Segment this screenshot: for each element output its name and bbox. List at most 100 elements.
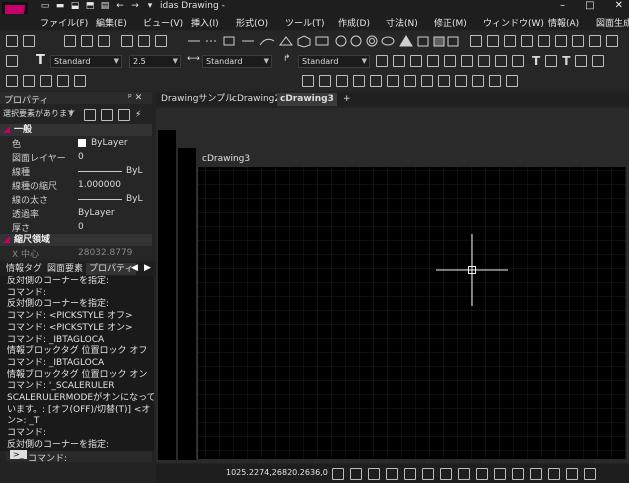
property-row[interactable]: 線種の縮尺 1.000000 [0,178,152,192]
text-height-select[interactable]: 2.5 ▼ [129,55,181,68]
command-input[interactable]: >_ コマンド: [6,450,152,464]
tool-icon[interactable] [427,55,439,67]
tool-icon[interactable] [410,55,422,67]
panel-close-button[interactable]: ᵖ ✕ [128,93,142,103]
tool-icon[interactable] [470,35,482,47]
tool-icon[interactable] [138,35,150,47]
tool-icon[interactable] [538,35,550,47]
snap-icon[interactable] [332,468,344,480]
selection-select[interactable]: 選択要素があります ▼ [0,108,76,121]
property-row[interactable]: 図面レイヤー 0 [0,150,152,164]
stacked-viewport[interactable] [178,148,196,460]
tool-icon[interactable] [6,75,18,87]
tool-icon[interactable] [319,75,331,87]
tab-drawing-sample[interactable]: Drawingサンプル [158,93,237,106]
tool-icon[interactable] [521,35,533,47]
open-icon[interactable]: ▬ [55,1,65,11]
tool-icon[interactable] [504,35,516,47]
new-icon[interactable]: ▭ [40,1,50,11]
tool-icon[interactable] [404,75,416,87]
polar-icon[interactable] [386,468,398,480]
property-row[interactable]: 色 ByLayer [0,136,152,150]
tool-icon[interactable] [57,75,69,87]
tool-icon[interactable] [489,75,501,87]
text-style-select[interactable]: Standard ▼ [50,55,122,68]
ducs-icon[interactable] [440,468,452,480]
maximize-button[interactable]: □ [585,0,594,11]
tool-icon[interactable] [478,55,490,67]
menu-insert[interactable]: 挿入(I) [191,16,219,29]
tab-cdrawing2[interactable]: cDrawing2 [229,93,283,106]
tool-icon[interactable] [421,75,433,87]
tool-icon[interactable] [155,35,167,47]
section-scale-area[interactable]: ◢ 縮尺領域 [0,234,152,246]
menu-format[interactable]: 形式(O) [236,16,268,29]
quick-select-icon[interactable] [84,109,96,121]
menu-window[interactable]: ウィンドウ(W) [483,16,544,29]
menu-icon[interactable] [584,468,596,480]
qp-icon[interactable] [512,468,524,480]
tool-icon[interactable] [23,75,35,87]
tool-icon[interactable] [81,35,93,47]
menu-file[interactable]: ファイル(F) [40,16,88,29]
menu-tools[interactable]: ツール(T) [285,16,325,29]
tool-icon[interactable] [592,55,605,67]
tool-icon[interactable] [512,55,524,67]
print-icon[interactable]: ▤ [100,1,110,11]
tool-icon[interactable] [487,35,499,47]
am-icon[interactable] [548,468,560,480]
tool-icon[interactable] [64,35,76,47]
edit-tool-icon[interactable] [23,35,35,47]
tool-icon[interactable] [302,75,314,87]
tool-icon[interactable] [575,55,588,67]
property-row[interactable]: X 中心 28032.8779 [0,246,152,260]
otrack-icon[interactable] [422,468,434,480]
property-row[interactable]: 透過率 ByLayer [0,206,152,220]
tool-icon[interactable] [387,75,399,87]
save-icon[interactable]: ⬓ [70,1,80,11]
tool-icon[interactable] [545,55,558,67]
layer-icon[interactable] [6,55,18,67]
select-objects-icon[interactable] [101,109,113,121]
tool-icon[interactable] [461,55,473,67]
property-row[interactable]: 線種 ByL [0,164,152,178]
tool-icon[interactable] [455,75,467,87]
pick-icon[interactable] [118,109,130,121]
dim-style-select[interactable]: Standard ▼ [202,55,272,68]
tool-icon[interactable] [353,75,365,87]
menu-dimension[interactable]: 寸法(N) [386,16,418,29]
tool-icon[interactable] [121,35,133,47]
tpy-icon[interactable] [494,468,506,480]
tool-icon[interactable] [438,75,450,87]
sc-icon[interactable] [530,468,542,480]
tab-info-tag[interactable]: 情報タグ [3,263,45,275]
property-row[interactable]: 線の太さ ByL [0,192,152,206]
mleader-style-select[interactable]: Standard ▼ [298,55,370,68]
tool-icon[interactable] [370,75,382,87]
tab-cdrawing3[interactable]: cDrawing3 [277,93,337,106]
tool-icon[interactable] [74,75,86,87]
tool-icon[interactable] [495,55,507,67]
tab-properties[interactable]: プロパティ [86,263,137,275]
tool-icon[interactable] [40,75,52,87]
tool-icon[interactable] [555,35,567,47]
text-tool-icon[interactable]: T [532,54,540,68]
menu-modify[interactable]: 修正(M) [434,16,467,29]
tool-icon[interactable] [606,35,618,47]
property-row[interactable]: 厚さ 0 [0,220,152,234]
tool-icon[interactable] [336,75,348,87]
grid-icon[interactable] [350,468,362,480]
menu-view[interactable]: ビュー(V) [143,16,183,29]
menu-info[interactable]: 情報(A) [548,16,579,29]
polyline-tool-icon[interactable] [6,35,18,47]
tool-icon[interactable] [589,35,601,47]
stacked-viewport[interactable] [158,130,176,460]
lwt-icon[interactable] [476,468,488,480]
save-as-icon[interactable]: ⬒ [85,1,95,11]
section-general[interactable]: ◢ 一般 [0,124,152,136]
ann-icon[interactable] [566,468,578,480]
redo-icon[interactable]: → [130,1,140,11]
menu-drawing-gen[interactable]: 図面生成 [596,16,629,29]
tool-icon[interactable] [376,55,388,67]
text-tool-icon[interactable]: T [562,54,570,68]
